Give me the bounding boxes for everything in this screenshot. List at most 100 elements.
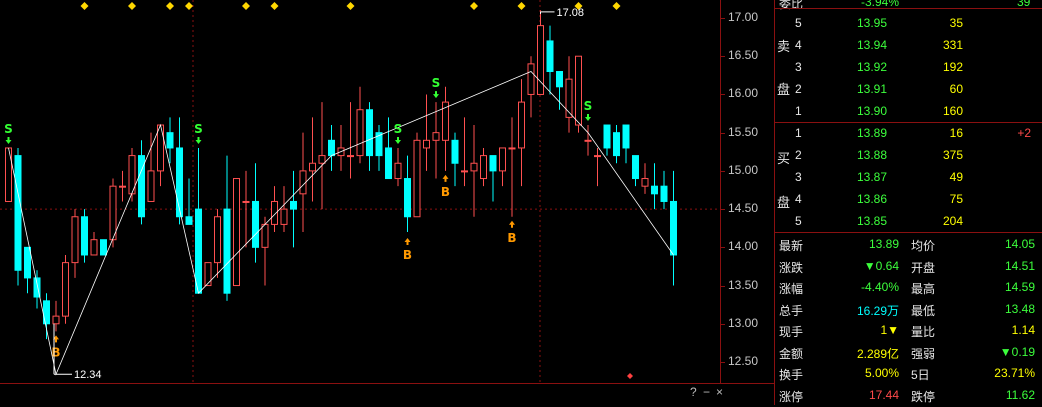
bid-level-number: 4 <box>795 192 802 206</box>
candle-body <box>356 109 364 157</box>
stat-label: 涨停 <box>779 389 804 404</box>
ask-price: 13.95 <box>857 16 888 30</box>
candle-body <box>166 132 174 149</box>
stat-label: 5日 <box>911 368 930 382</box>
stat-row: 涨停 17.44 跌停 11.62 <box>775 385 1042 407</box>
ask-level-number: 3 <box>795 60 802 74</box>
y-tick-label: 16.00 <box>728 86 759 101</box>
top-marker <box>470 2 478 10</box>
help-icon[interactable]: ? <box>690 385 697 399</box>
bid-price: 13.88 <box>857 148 888 162</box>
stat-label: 开盘 <box>911 260 936 275</box>
bid-volume-change: +2 <box>1017 126 1031 140</box>
bid-level-number: 3 <box>795 170 802 184</box>
buy-arrow <box>442 174 449 182</box>
top-marker <box>517 2 526 10</box>
ask-level-number: 4 <box>795 38 802 52</box>
top-marker <box>612 2 621 10</box>
ask-level-row[interactable]: 3 13.92 192 <box>775 58 1042 77</box>
candle-body <box>214 216 221 264</box>
candle-body <box>613 132 620 157</box>
bid-level-row[interactable]: 2 13.88 375 <box>775 146 1042 165</box>
stat-value: 1▼ <box>880 323 899 337</box>
candle-body <box>223 208 231 294</box>
bid-price: 13.89 <box>857 126 888 140</box>
candle-body <box>147 170 155 202</box>
ask-volume: 60 <box>949 82 963 96</box>
bid-level-number: 2 <box>795 148 802 162</box>
candle-body <box>584 139 592 142</box>
candle-body <box>261 223 269 248</box>
stat-label: 跌停 <box>911 389 936 404</box>
candle-body <box>366 109 373 157</box>
ask-price: 13.91 <box>857 82 888 96</box>
bid-level-row[interactable]: 5 13.85 204 <box>775 212 1042 231</box>
sell-signal-label: S <box>194 122 203 136</box>
bid-level-row[interactable]: 1 13.89 16 +2 <box>775 124 1042 143</box>
stat-row: 金额 2.289亿 强弱 ▼0.19 <box>775 342 1042 364</box>
stat-value: 16.29万 <box>856 303 899 318</box>
ask-volume: 192 <box>942 60 963 74</box>
candlestick-svg[interactable]: B B B B S S S S S 17.08 12.34 <box>0 0 720 383</box>
ask-level-row[interactable]: 2 13.91 60 <box>775 80 1042 99</box>
order-ratio-row: 委比 -3.94% 39 <box>775 0 1042 12</box>
ask-level-number: 5 <box>795 16 802 30</box>
candle-body <box>52 315 60 325</box>
candle-body <box>622 124 630 149</box>
bid-level-row[interactable]: 4 13.86 75 <box>775 190 1042 209</box>
ask-level-row[interactable]: 4 13.94 331 <box>775 36 1042 55</box>
chart-bottom-bar: ? − × <box>0 383 774 406</box>
stat-value: 14.05 <box>1004 237 1035 251</box>
bid-level-row[interactable]: 3 13.87 49 <box>775 168 1042 187</box>
quote-panel: 委比 -3.94% 39 卖 盘 5 13.95 35 4 13.94 331 3 13.92… <box>774 0 1042 405</box>
bid-volume: 375 <box>942 148 963 162</box>
candle-body <box>641 178 649 187</box>
ask-volume: 35 <box>949 16 963 30</box>
kline-chart[interactable]: B B B B S S S S S 17.08 12.34 <box>0 0 720 383</box>
candle-body <box>489 155 497 172</box>
bid-volume: 204 <box>942 214 963 228</box>
stat-row: 总手 16.29万 最低 13.48 <box>775 299 1042 321</box>
bid-level-number: 1 <box>795 126 802 140</box>
y-tick-label: 14.00 <box>728 239 759 254</box>
ask-level-row[interactable]: 1 13.90 160 <box>775 102 1042 121</box>
stat-label: 总手 <box>779 303 804 318</box>
candle-body <box>527 63 535 95</box>
candle-body <box>565 78 573 118</box>
sell-arrow <box>5 136 12 144</box>
stat-value: 1.14 <box>1011 323 1035 337</box>
candle-body <box>404 178 411 218</box>
buy-signal-label: B <box>507 231 516 245</box>
stat-value: 14.59 <box>1004 280 1035 294</box>
ask-level-row[interactable]: 5 13.95 35 <box>775 14 1042 33</box>
ask-level-number: 2 <box>795 82 802 96</box>
minimize-icon[interactable]: − <box>703 385 710 399</box>
candle-body <box>90 239 98 256</box>
stat-value: 14.51 <box>1004 258 1035 273</box>
order-ratio-label: 委比 <box>779 0 804 11</box>
candle-body <box>394 162 402 180</box>
candle-body <box>432 132 440 141</box>
close-icon[interactable]: × <box>716 385 723 399</box>
candle-body <box>670 200 677 256</box>
stat-row: 换手 5.00% 5日 23.71% <box>775 363 1042 385</box>
y-tick-label: 13.00 <box>728 315 759 330</box>
sell-arrow <box>433 91 439 99</box>
candle-body <box>508 147 516 150</box>
candle-body <box>119 185 126 188</box>
price-axis: 17.00 16.50 16.00 15.50 15.00 14.50 14.00 13.50… <box>720 0 775 383</box>
ask-level-number: 1 <box>795 104 802 118</box>
high-price-label: 17.08 <box>557 7 585 19</box>
y-tick-label: 15.00 <box>728 162 759 177</box>
candle-body <box>546 40 554 73</box>
stat-row: 涨幅 -4.40% 最高 14.59 <box>775 277 1042 299</box>
candle-body <box>318 155 326 164</box>
y-tick-label: 16.50 <box>728 48 759 63</box>
y-tick-label: 13.50 <box>728 277 759 292</box>
y-tick-label: 15.50 <box>728 124 759 139</box>
candle-body <box>195 208 202 294</box>
stat-value: 5.00% <box>864 366 899 380</box>
candle-body <box>71 216 79 264</box>
bid-volume: 49 <box>949 170 963 184</box>
candle-body <box>347 155 354 158</box>
